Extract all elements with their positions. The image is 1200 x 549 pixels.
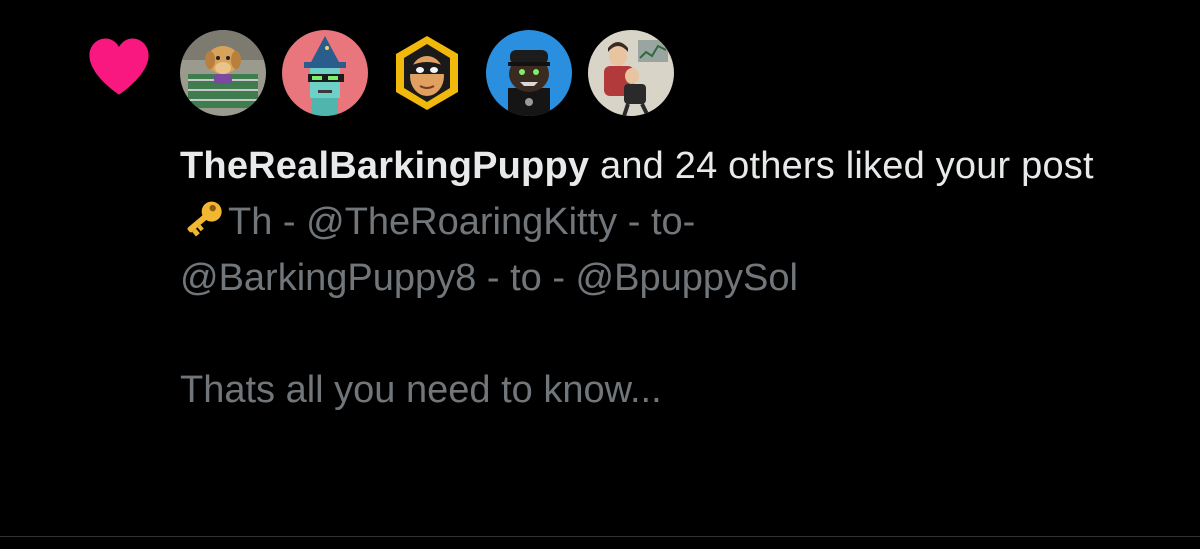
mention-link-3[interactable]: @BpuppySol xyxy=(576,257,798,299)
avatar-bear-cap[interactable] xyxy=(486,30,572,116)
like-notification[interactable]: TheRealBarkingPuppy and 24 others liked … xyxy=(0,0,1200,549)
notification-summary: TheRealBarkingPuppy and 24 others liked … xyxy=(180,138,1140,194)
action-text: and 24 others liked your post xyxy=(589,145,1094,187)
post-preview[interactable]: Th - @TheRoaringKitty - to- @BarkingPuppy… xyxy=(180,194,1140,418)
avatar-wizard-punk[interactable] xyxy=(282,30,368,116)
preview-separator-2: - to - xyxy=(476,257,576,299)
avatar-dog-shopping-cart[interactable] xyxy=(180,30,266,116)
avatar-masked-face-badge[interactable] xyxy=(384,30,470,116)
key-icon xyxy=(187,201,222,237)
heart-icon xyxy=(89,38,149,95)
divider xyxy=(0,536,1200,537)
mention-link-2[interactable]: @BarkingPuppy8 xyxy=(180,257,476,299)
preview-separator-1: - to- xyxy=(617,201,696,243)
notification-text: TheRealBarkingPuppy and 24 others liked … xyxy=(180,138,1140,418)
mention-link-1[interactable]: @TheRoaringKitty xyxy=(306,201,617,243)
preview-closing: Thats all you need to know... xyxy=(180,369,662,411)
actor-name-link[interactable]: TheRealBarkingPuppy xyxy=(180,145,589,187)
preview-prefix: Th - xyxy=(228,201,307,243)
avatar-illustrated-figures[interactable] xyxy=(588,30,674,116)
